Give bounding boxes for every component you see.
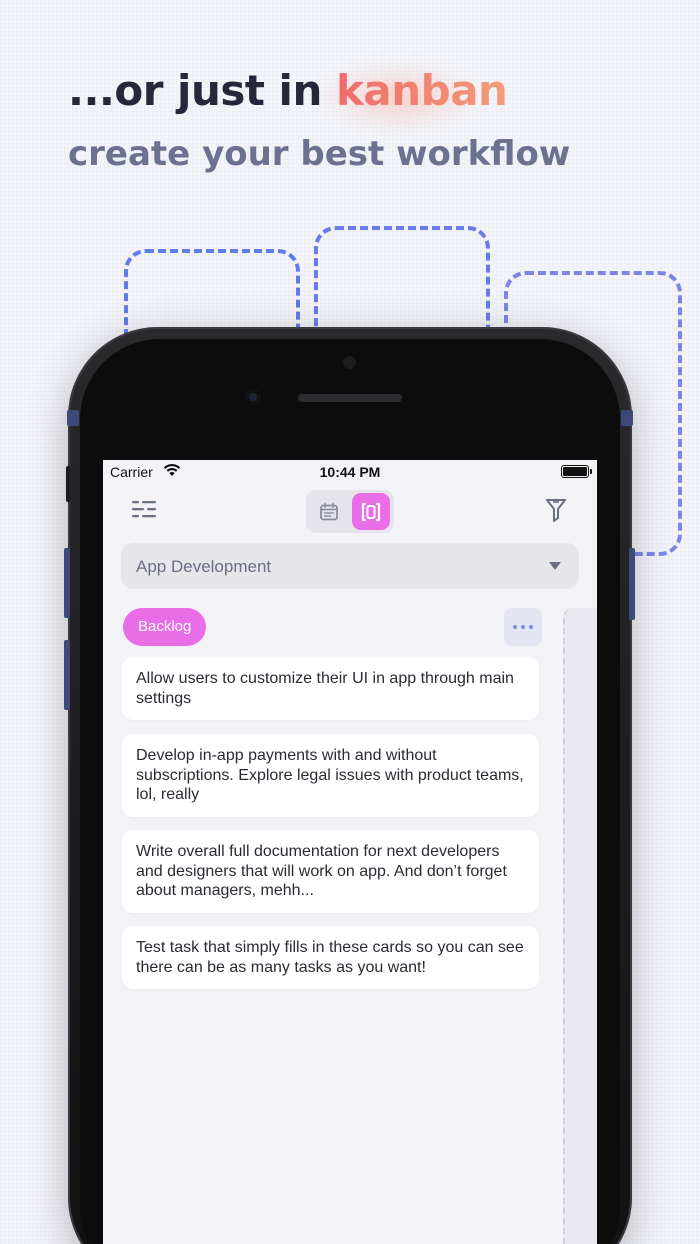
column-title-badge[interactable]: Backlog — [123, 608, 207, 646]
project-select-value: App Development — [136, 557, 272, 576]
task-card-text: Allow users to customize their UI in app… — [136, 670, 514, 707]
task-card[interactable]: Test task that simply fills in these car… — [122, 926, 539, 989]
phone-camera-icon — [245, 389, 261, 405]
subline: create your best workflow — [68, 134, 571, 174]
kanban-view-button[interactable] — [352, 493, 390, 530]
next-column-placeholder[interactable] — [563, 608, 597, 1244]
status-time: 10:44 PM — [319, 464, 381, 480]
calendar-view-icon — [320, 502, 338, 520]
task-card[interactable]: Develop in-app payments with and without… — [122, 734, 539, 817]
status-bar: Carrier 10:44 PM — [103, 460, 597, 484]
task-card-text: Test task that simply fills in these car… — [136, 939, 524, 976]
phone-volume-up-button — [64, 548, 70, 618]
phone-mute-switch — [66, 466, 70, 502]
column-more-button[interactable] — [504, 608, 542, 646]
task-card[interactable]: Allow users to customize their UI in app… — [122, 657, 539, 720]
filter-icon[interactable] — [544, 497, 568, 523]
phone-side-button — [67, 410, 79, 426]
phone-power-button — [629, 548, 635, 620]
more-dot-icon — [521, 625, 525, 629]
app-screen: Carrier 10:44 PM App Development Backlog… — [103, 460, 597, 1244]
more-dot-icon — [529, 625, 533, 629]
phone-speaker — [298, 394, 402, 402]
chevron-down-icon — [549, 562, 561, 570]
task-card-text: Write overall full documentation for nex… — [136, 843, 507, 899]
battery-icon — [561, 465, 592, 478]
headline: ...or just in kanban — [68, 66, 508, 115]
headline-accent: kanban — [335, 66, 508, 115]
view-toggle — [306, 490, 394, 533]
phone-side-button — [621, 410, 633, 426]
headline-prefix: ...or just in — [68, 66, 336, 115]
more-dot-icon — [513, 625, 517, 629]
calendar-view-button[interactable] — [310, 493, 348, 530]
task-card[interactable]: Write overall full documentation for nex… — [122, 830, 539, 913]
phone-volume-down-button — [64, 640, 70, 710]
project-select[interactable]: App Development — [121, 543, 579, 589]
phone-sensor — [343, 356, 356, 369]
task-card-text: Develop in-app payments with and without… — [136, 747, 524, 803]
kanban-view-icon — [361, 502, 381, 521]
menu-icon[interactable] — [131, 498, 157, 522]
